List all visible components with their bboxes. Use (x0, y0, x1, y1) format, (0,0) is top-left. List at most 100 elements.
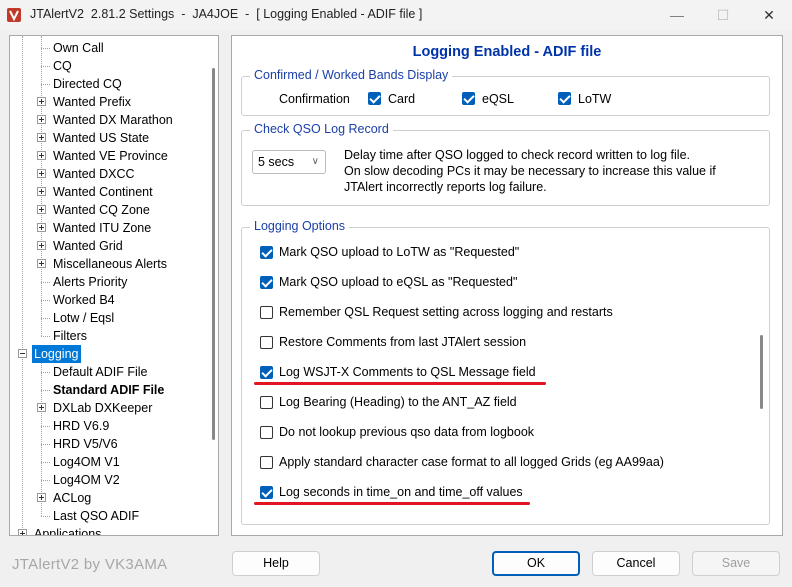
tree-item[interactable]: Own Call (10, 39, 206, 57)
delay-description-line-2: On slow decoding PCs it may be necessary… (344, 164, 716, 178)
logging-option-checkbox[interactable] (260, 486, 273, 499)
cancel-button[interactable]: Cancel (592, 551, 680, 576)
tree-item[interactable]: Miscellaneous Alerts (10, 255, 206, 273)
expand-icon[interactable] (37, 259, 46, 268)
expand-icon[interactable] (18, 529, 27, 535)
help-button[interactable]: Help (232, 551, 320, 576)
tree-item[interactable]: DXLab DXKeeper (10, 399, 206, 417)
expand-icon[interactable] (37, 133, 46, 142)
chevron-down-icon: ∨ (311, 156, 319, 167)
tree-item[interactable]: HRD V6.9 (10, 417, 206, 435)
logging-option-checkbox[interactable] (260, 276, 273, 289)
tree-item[interactable]: Last QSO ADIF (10, 507, 206, 525)
minimize-icon[interactable]: — (654, 0, 700, 30)
expand-icon[interactable] (37, 97, 46, 106)
tree-connector (41, 462, 50, 463)
expand-icon[interactable] (37, 205, 46, 214)
tree-connector (41, 48, 50, 49)
tree-item[interactable]: Wanted DX Marathon (10, 111, 206, 129)
tree-item[interactable]: Log4OM V1 (10, 453, 206, 471)
lotw-checkbox[interactable] (558, 92, 571, 105)
tree-item[interactable]: Wanted Grid (10, 237, 206, 255)
tree-item-label: Wanted Grid (53, 239, 123, 253)
expand-icon[interactable] (37, 403, 46, 412)
logging-option-label[interactable]: Restore Comments from last JTAlert sessi… (279, 335, 526, 349)
logging-option-checkbox[interactable] (260, 246, 273, 259)
logging-option-checkbox[interactable] (260, 456, 273, 469)
eqsl-checkbox[interactable] (462, 92, 475, 105)
tree-connector (41, 318, 50, 319)
delay-description-line-3: JTAlert incorrectly reports log failure. (344, 180, 547, 194)
expand-icon[interactable] (37, 115, 46, 124)
expand-icon[interactable] (37, 169, 46, 178)
logging-option-label[interactable]: Log WSJT-X Comments to QSL Message field (279, 365, 536, 379)
tree-item-label: Alerts Priority (53, 275, 128, 289)
highlight-underline (254, 502, 530, 505)
tree-item[interactable]: Log4OM V2 (10, 471, 206, 489)
collapse-icon[interactable] (18, 349, 27, 358)
card-label[interactable]: Card (388, 92, 415, 106)
tree-connector (41, 282, 50, 283)
tree-item[interactable]: Wanted DXCC (10, 165, 206, 183)
logging-option-label[interactable]: Log seconds in time_on and time_off valu… (279, 485, 523, 499)
save-button[interactable]: Save (692, 551, 780, 576)
tree-item[interactable]: ACLog (10, 489, 206, 507)
check-qso-group: Check QSO Log Record 5 secs ∨ Delay time… (241, 122, 770, 206)
logging-option-checkbox[interactable] (260, 366, 273, 379)
expand-icon[interactable] (37, 493, 46, 502)
tree-item[interactable]: Wanted ITU Zone (10, 219, 206, 237)
logging-option-checkbox[interactable] (260, 306, 273, 319)
delay-select[interactable]: 5 secs ∨ (252, 150, 326, 174)
eqsl-label[interactable]: eQSL (482, 92, 514, 106)
logging-option-label[interactable]: Mark QSO upload to eQSL as "Requested" (279, 275, 517, 289)
logging-option-checkbox[interactable] (260, 396, 273, 409)
ok-button[interactable]: OK (492, 551, 580, 576)
tree-item-label: Wanted Continent (53, 185, 153, 199)
tree-item-label: Wanted VE Province (53, 149, 168, 163)
logging-options-group: Logging Options Mark QSO upload to LoTW … (241, 219, 770, 525)
tree-item[interactable]: Wanted US State (10, 129, 206, 147)
logging-option-label[interactable]: Remember QSL Request setting across logg… (279, 305, 613, 319)
tree-item[interactable]: Lotw / Eqsl (10, 309, 206, 327)
tree-item-label: ACLog (53, 491, 92, 505)
window-title: JTAlertV2 2.81.2 Settings - JA4JOE - [ L… (30, 7, 423, 21)
logging-option-label[interactable]: Mark QSO upload to LoTW as "Requested" (279, 245, 519, 259)
tree-item[interactable]: Logging (10, 345, 206, 363)
logging-options-group-title: Logging Options (250, 219, 350, 233)
card-checkbox[interactable] (368, 92, 381, 105)
tree-scrollbar[interactable] (208, 36, 218, 535)
tree-item-label: Worked B4 (53, 293, 115, 307)
tree-item[interactable]: Wanted Prefix (10, 93, 206, 111)
tree-item[interactable]: Alerts Priority (10, 273, 206, 291)
logging-option-label[interactable]: Do not lookup previous qso data from log… (279, 425, 534, 439)
tree-item[interactable]: Worked B4 (10, 291, 206, 309)
tree-item-label: HRD V5/V6 (53, 437, 118, 451)
tree-item[interactable]: Filters (10, 327, 206, 345)
expand-icon[interactable] (37, 223, 46, 232)
tree-item[interactable]: Default ADIF File (10, 363, 206, 381)
tree-scrollbar-thumb[interactable] (212, 68, 215, 440)
tree-item[interactable]: CQ (10, 57, 206, 75)
close-icon[interactable]: ✕ (746, 0, 792, 30)
logging-option-checkbox[interactable] (260, 426, 273, 439)
tree-item-label: Wanted Prefix (53, 95, 132, 109)
tree-item[interactable]: HRD V5/V6 (10, 435, 206, 453)
tree-item[interactable]: Wanted VE Province (10, 147, 206, 165)
tree-item[interactable]: Wanted CQ Zone (10, 201, 206, 219)
tree-item-label: Wanted DX Marathon (53, 113, 173, 127)
logging-option-checkbox[interactable] (260, 336, 273, 349)
tree-item[interactable]: Standard ADIF File (10, 381, 206, 399)
tree-item[interactable]: Wanted Continent (10, 183, 206, 201)
tree-item-label: Standard ADIF File (53, 383, 165, 397)
maximize-icon[interactable]: ☐ (700, 0, 746, 30)
lotw-label[interactable]: LoTW (578, 92, 611, 106)
options-scrollbar-thumb[interactable] (760, 335, 763, 409)
logging-option-label[interactable]: Log Bearing (Heading) to the ANT_AZ fiel… (279, 395, 517, 409)
expand-icon[interactable] (37, 151, 46, 160)
expand-icon[interactable] (37, 187, 46, 196)
tree-item[interactable]: Applications (10, 525, 206, 535)
tree-item[interactable]: Directed CQ (10, 75, 206, 93)
settings-tree[interactable]: Own Call CQ Directed CQ Wanted Prefix Wanted… (9, 35, 219, 536)
expand-icon[interactable] (37, 241, 46, 250)
logging-option-label[interactable]: Apply standard character case format to … (279, 455, 664, 469)
